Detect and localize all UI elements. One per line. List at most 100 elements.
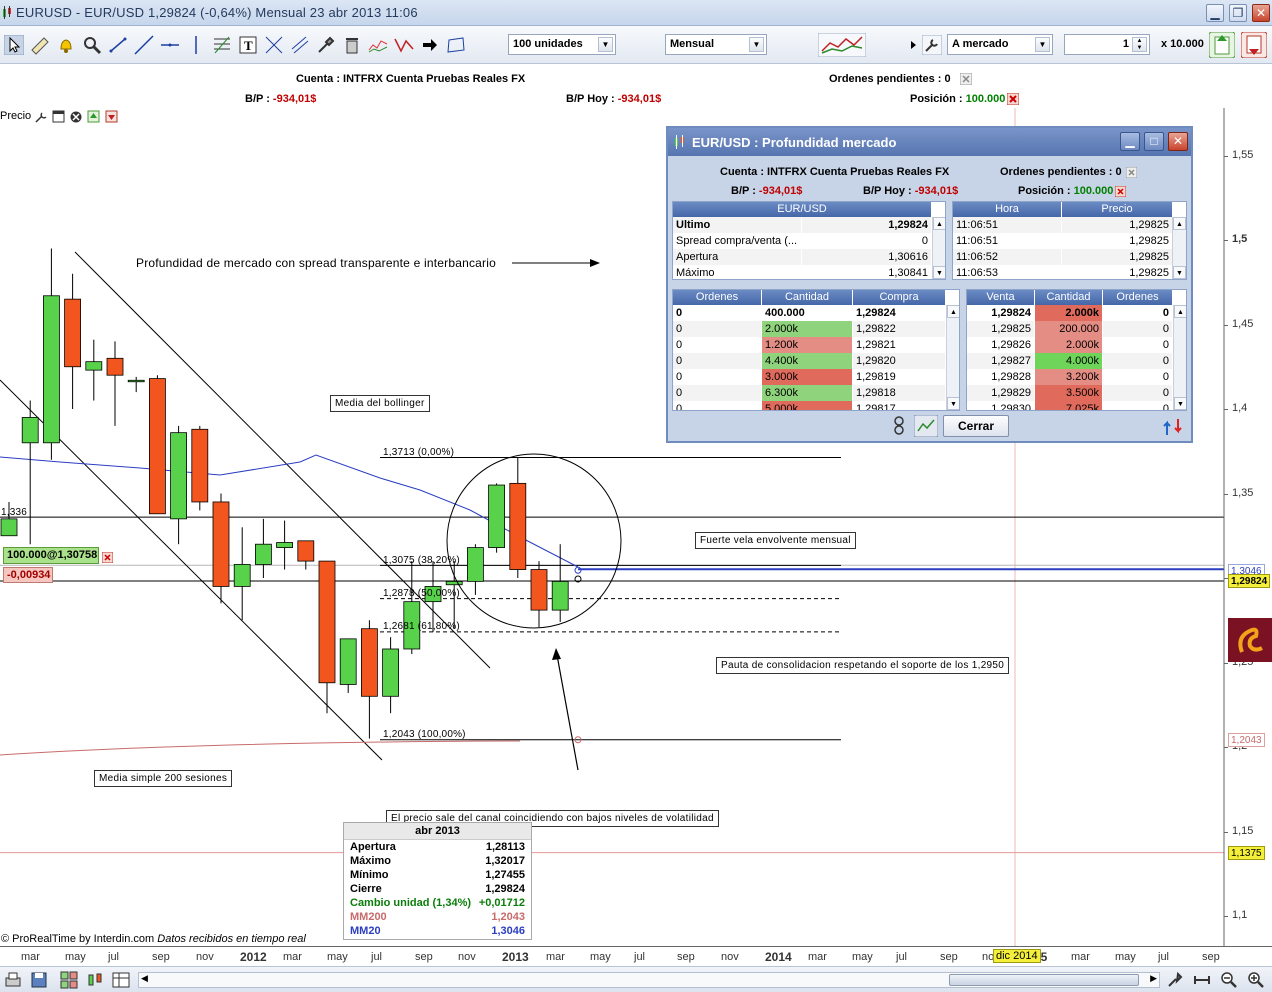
print-icon[interactable] (4, 971, 22, 989)
ticks-header-precio: Precio (1062, 202, 1172, 217)
bid-orders: 0 (673, 337, 761, 353)
pending-orders-icon[interactable] (960, 73, 972, 85)
bid-orders: 0 (673, 305, 761, 321)
ask-price: 1,29824 (967, 305, 1034, 321)
window-titlebar: EURUSD - EUR/USD 1,29824 (-0,64%) Mensua… (0, 0, 1272, 26)
bid-price: 1,29817 (853, 401, 945, 410)
ask-quantity: 4.000k (1035, 353, 1102, 369)
text-tool-icon[interactable]: T (238, 35, 258, 55)
vertical-line-icon[interactable] (186, 35, 206, 55)
time-axis-label: mar (808, 951, 827, 963)
trendline-icon[interactable] (108, 35, 128, 55)
ohlc-row: Cambio unidad (1,34%) +0,01712 (344, 896, 531, 910)
close-position-icon[interactable] (1115, 186, 1126, 197)
pattern-icon[interactable] (394, 35, 414, 55)
depth-maximize-button[interactable]: □ (1144, 132, 1164, 151)
refresh-arrows-icon[interactable] (1162, 417, 1184, 437)
quantity-select[interactable]: 100 unidades ▼ (508, 34, 616, 55)
bid-price: 1,29820 (853, 353, 945, 369)
candle-body (318, 560, 336, 684)
position-box[interactable]: 100.000@1,30758 (3, 547, 99, 564)
time-scrollbar[interactable]: ◀ ▶ (138, 972, 1160, 988)
cross-lines-icon[interactable] (264, 35, 284, 55)
indicator-icon[interactable] (368, 35, 388, 55)
horizontal-line-icon[interactable] (160, 35, 180, 55)
restore-button[interactable]: ❐ (1229, 4, 1247, 22)
pending-orders-icon[interactable] (1126, 167, 1137, 178)
period-select[interactable]: Mensual ▼ (665, 34, 767, 55)
precio-label: Precio (0, 110, 32, 122)
buy-button[interactable] (1209, 32, 1235, 58)
candle-body (106, 357, 124, 376)
candle-body (254, 543, 272, 565)
scale-icon[interactable] (1193, 971, 1211, 989)
depth-titlebar[interactable]: EUR/USD : Profundidad mercado ▁ □ ✕ (668, 128, 1191, 156)
tools-icon[interactable] (1166, 971, 1184, 989)
price-axis-label: 1,4 (1232, 402, 1248, 414)
depth-minimize-button[interactable]: ▁ (1120, 132, 1140, 151)
scroll-right-icon[interactable]: ▶ (1150, 973, 1157, 984)
ask-orders: 0 (1103, 385, 1172, 401)
time-axis-label: jul (108, 951, 120, 963)
bid-orders: 0 (673, 321, 761, 337)
market-depth-window[interactable]: EUR/USD : Profundidad mercado ▁ □ ✕ Cuen… (666, 126, 1193, 443)
ray-line-icon[interactable] (134, 35, 154, 55)
calculator-icon[interactable] (914, 415, 938, 437)
expand-arrow-icon[interactable] (909, 35, 917, 55)
candle-style-icon[interactable] (86, 971, 104, 989)
ohlc-key: Cierre (350, 883, 382, 895)
ask-orders: 0 (1103, 369, 1172, 385)
candle-body (85, 361, 103, 371)
stepper-icon[interactable]: ▲ ▼ (1132, 37, 1147, 52)
arrow-icon[interactable] (420, 35, 440, 55)
ticks-scrollbar[interactable]: ▲ ▼ (1172, 217, 1186, 279)
close-position-icon[interactable] (102, 552, 113, 563)
table-icon[interactable] (112, 971, 130, 989)
summary-header: EUR/USD (673, 202, 931, 217)
close-position-icon[interactable] (1007, 93, 1019, 105)
tools-icon[interactable] (316, 35, 336, 55)
close-button[interactable]: ✕ (1252, 4, 1270, 22)
ruler-icon[interactable] (30, 35, 50, 55)
tile-icon[interactable] (60, 971, 78, 989)
candle-body (488, 484, 506, 548)
scroll-left-icon[interactable]: ◀ (141, 973, 148, 984)
time-axis-label: mar (546, 951, 565, 963)
zoom-in-icon[interactable] (1247, 971, 1265, 989)
ohlc-value: 1,27455 (485, 869, 525, 881)
order-type-select[interactable]: A mercado ▼ (947, 34, 1053, 55)
bid-scrollbar[interactable]: ▲ ▼ (946, 305, 959, 410)
candle-body (530, 569, 548, 611)
chart-mode-icon[interactable] (818, 33, 866, 57)
zoom-icon[interactable] (82, 35, 102, 55)
close-panel-icon (70, 111, 82, 123)
cerrar-button[interactable]: Cerrar (943, 415, 1009, 437)
alert-bell-icon[interactable] (56, 35, 76, 55)
channel-icon[interactable] (290, 35, 310, 55)
chevron-down-icon: ▼ (1035, 37, 1050, 52)
ask-scrollbar[interactable]: ▲ ▼ (1173, 305, 1186, 410)
sell-button[interactable] (1241, 32, 1267, 58)
fib-level-61: 1,2681 (61,80%) (383, 621, 460, 632)
zoom-out-icon[interactable] (1220, 971, 1238, 989)
wrench-icon[interactable] (922, 35, 942, 55)
scroll-thumb[interactable] (949, 974, 1139, 986)
depth-close-button[interactable]: ✕ (1168, 132, 1188, 151)
bid-price: 1,29818 (853, 385, 945, 401)
summary-scrollbar[interactable]: ▲ ▼ (932, 217, 945, 279)
fibonacci-icon[interactable] (212, 35, 232, 55)
save-icon[interactable] (30, 971, 48, 989)
trash-icon[interactable] (342, 35, 362, 55)
period-value: Mensual (670, 38, 715, 50)
link-icon[interactable] (892, 416, 906, 436)
annotation-arrow-shaft (556, 654, 579, 771)
candle-body (0, 518, 18, 537)
ask-quantity: 2.000k (1035, 337, 1102, 353)
lots-stepper[interactable]: 1 ▲ ▼ (1064, 34, 1150, 55)
ohlc-row: Máximo 1,32017 (344, 854, 531, 868)
precio-panel-icons[interactable] (35, 110, 123, 124)
minimize-button[interactable]: ▁ (1206, 4, 1224, 22)
tick-price: 1,29825 (1062, 265, 1172, 279)
pointer-icon[interactable] (4, 35, 24, 55)
shape-icon[interactable] (446, 35, 466, 55)
